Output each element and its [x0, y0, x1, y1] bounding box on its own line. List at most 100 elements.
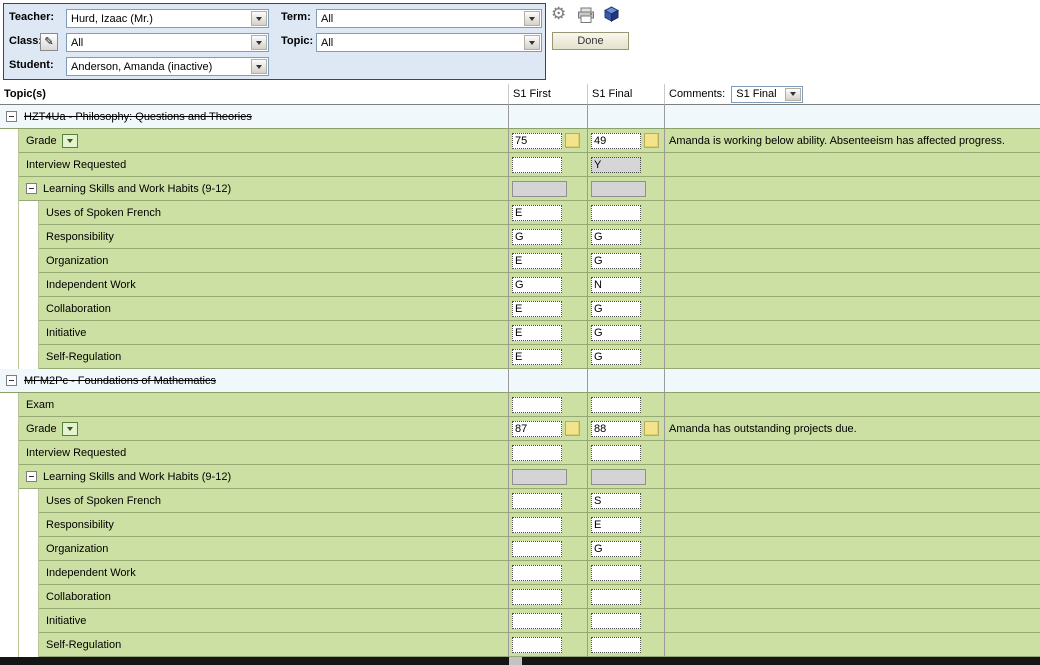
s1-first-input[interactable] — [512, 301, 562, 317]
print-icon[interactable] — [577, 7, 595, 27]
done-button[interactable]: Done — [552, 32, 629, 50]
class-select[interactable]: All — [66, 33, 269, 52]
tree-indent — [0, 393, 19, 417]
s1-first-input[interactable] — [512, 421, 562, 437]
s1-first-input[interactable] — [512, 205, 562, 221]
row-label: Self-Regulation — [46, 351, 121, 363]
comments-term-select[interactable]: S1 Final — [731, 86, 803, 103]
comments-term-select-value: S1 Final — [736, 88, 776, 100]
s1-final-input[interactable] — [591, 445, 641, 461]
collapse-minus-icon[interactable] — [26, 183, 37, 194]
collapse-minus-icon[interactable] — [6, 111, 17, 122]
comment-indicator-button[interactable] — [565, 133, 580, 148]
comment-indicator-button[interactable] — [644, 133, 659, 148]
s1-final-input[interactable] — [591, 589, 641, 605]
marks-table: Topic(s) S1 First S1 Final Comments: S1 … — [0, 84, 1040, 657]
s1-final-input[interactable] — [591, 325, 641, 341]
s1-first-input[interactable] — [512, 133, 562, 149]
s1-final-input[interactable] — [591, 229, 641, 245]
term-select[interactable]: All — [316, 9, 542, 28]
mark-row: Uses of Spoken French — [0, 489, 1040, 513]
s1-final-input[interactable] — [591, 301, 641, 317]
teacher-select[interactable]: Hurd, Izaac (Mr.) — [66, 9, 269, 28]
s1-first-input[interactable] — [512, 637, 562, 653]
mark-row: Initiative — [0, 609, 1040, 633]
topic-select-value: All — [321, 37, 333, 49]
s1-final-input[interactable] — [591, 517, 641, 533]
s1-first-input[interactable] — [512, 277, 562, 293]
s1-first-input[interactable] — [512, 397, 562, 413]
row-label: Collaboration — [46, 591, 111, 603]
mark-row: Self-Regulation — [0, 633, 1040, 657]
row-label: Responsibility — [46, 231, 114, 243]
s1-first-input[interactable] — [512, 349, 562, 365]
disabled-mark-box — [512, 181, 567, 197]
settings-gear-icon[interactable]: ⚙ — [551, 4, 566, 24]
dropdown-arrow-icon — [251, 35, 267, 50]
chevron-down-icon — [67, 427, 73, 431]
s1-first-input[interactable] — [512, 157, 562, 173]
tree-indent — [19, 489, 39, 513]
s1-first-input[interactable] — [512, 253, 562, 269]
tree-indent — [0, 297, 19, 321]
collapse-minus-icon[interactable] — [6, 375, 17, 386]
s1-final-input[interactable] — [591, 541, 641, 557]
collapse-minus-icon[interactable] — [26, 471, 37, 482]
comment-indicator-button[interactable] — [644, 421, 659, 436]
s1-first-input[interactable] — [512, 517, 562, 533]
term-select-value: All — [321, 13, 333, 25]
dropdown-arrow-icon — [251, 59, 267, 74]
mark-row: Interview Requested — [0, 153, 1040, 177]
tree-indent — [0, 465, 19, 489]
edit-class-button[interactable]: ✎ — [40, 33, 58, 51]
s1-first-input[interactable] — [512, 325, 562, 341]
student-select[interactable]: Anderson, Amanda (inactive) — [66, 57, 269, 76]
disabled-mark-box — [591, 181, 646, 197]
s1-final-input[interactable] — [591, 133, 641, 149]
s1-final-input[interactable] — [591, 493, 641, 509]
s1-final-input[interactable] — [591, 565, 641, 581]
comment-indicator-button[interactable] — [565, 421, 580, 436]
s1-first-input[interactable] — [512, 493, 562, 509]
s1-final-input[interactable] — [591, 349, 641, 365]
tree-indent — [0, 609, 19, 633]
s1-final-input[interactable] — [591, 253, 641, 269]
mark-row: Independent Work — [0, 273, 1040, 297]
bottom-scrollbar-thumb[interactable] — [509, 657, 522, 665]
tree-indent — [19, 561, 39, 585]
tree-indent — [0, 129, 19, 153]
row-label: Grade — [26, 135, 57, 147]
s1-first-input[interactable] — [512, 229, 562, 245]
topic-select[interactable]: All — [316, 33, 542, 52]
tree-indent — [0, 417, 19, 441]
transfer-cube-icon[interactable] — [603, 5, 620, 26]
tree-indent — [0, 585, 19, 609]
course-header-row: HZT4Ua - Philosophy: Questions and Theor… — [0, 105, 1040, 129]
tree-indent — [0, 489, 19, 513]
s1-first-input[interactable] — [512, 541, 562, 557]
s1-first-input[interactable] — [512, 445, 562, 461]
s1-final-input[interactable] — [591, 277, 641, 293]
report-mark-entry-screen: Teacher: Hurd, Izaac (Mr.) Term: All Cla… — [0, 0, 1040, 665]
s1-final-input[interactable] — [591, 421, 641, 437]
tree-indent — [19, 249, 39, 273]
comments-label: Comments: — [669, 88, 725, 100]
dropdown-arrow-icon — [524, 35, 540, 50]
teacher-select-value: Hurd, Izaac (Mr.) — [71, 13, 153, 25]
s1-final-input[interactable] — [591, 613, 641, 629]
student-select-value: Anderson, Amanda (inactive) — [71, 61, 212, 73]
tree-indent — [0, 177, 19, 201]
s1-first-input[interactable] — [512, 565, 562, 581]
tree-indent — [19, 345, 39, 369]
mark-row: Uses of Spoken French — [0, 201, 1040, 225]
s1-final-input[interactable] — [591, 205, 641, 221]
s1-first-input[interactable] — [512, 589, 562, 605]
s1-final-input[interactable] — [591, 397, 641, 413]
s1-final-input[interactable] — [591, 637, 641, 653]
s1-first-input[interactable] — [512, 613, 562, 629]
grade-dropdown-button[interactable] — [62, 422, 78, 436]
dropdown-arrow-icon — [785, 88, 801, 101]
s1-final-input[interactable] — [591, 157, 641, 173]
grade-dropdown-button[interactable] — [62, 134, 78, 148]
tree-indent — [19, 273, 39, 297]
